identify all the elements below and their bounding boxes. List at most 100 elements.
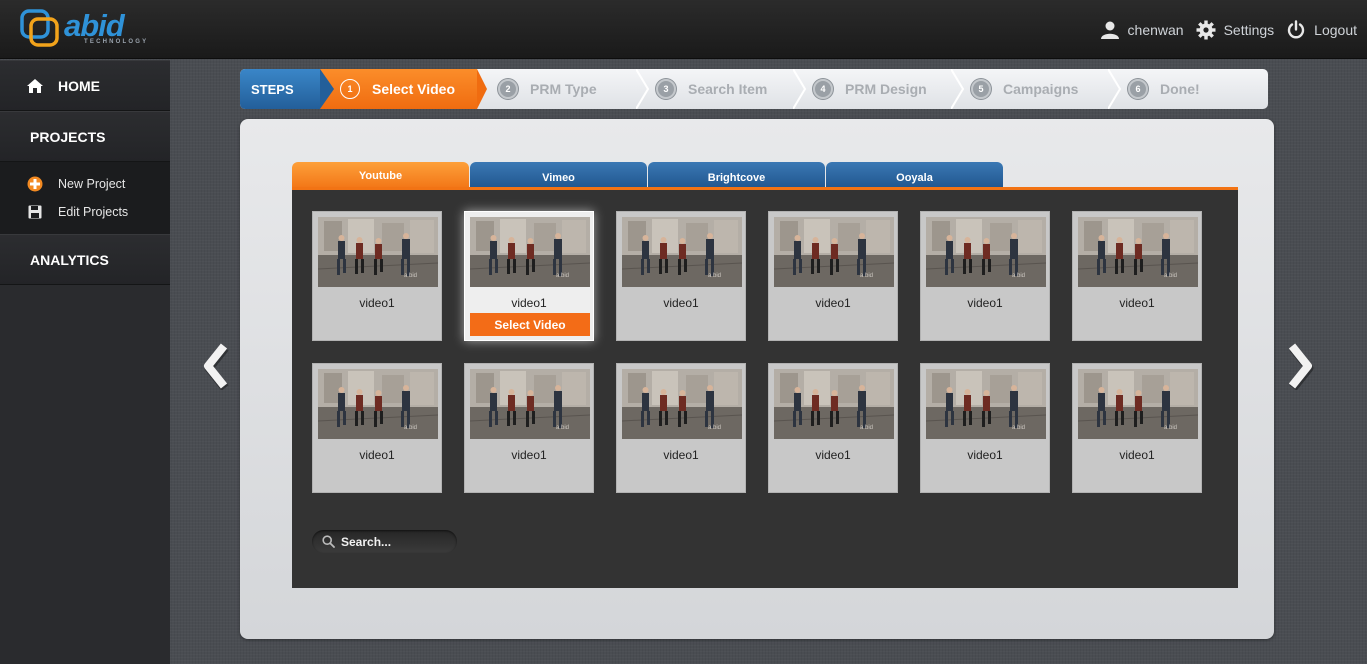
svg-text:a bid: a bid bbox=[708, 425, 721, 431]
sidebar-item-edit-projects[interactable]: Edit Projects bbox=[0, 198, 170, 226]
video-thumbnail[interactable]: a bid bbox=[622, 369, 742, 439]
tab-youtube[interactable]: Youtube bbox=[292, 162, 469, 190]
step-separator bbox=[320, 69, 334, 109]
user-area: chenwan Settings Logout bbox=[1088, 0, 1357, 59]
svg-text:a bid: a bid bbox=[404, 273, 417, 279]
previous-arrow-icon[interactable] bbox=[200, 342, 232, 390]
settings-label: Settings bbox=[1223, 21, 1275, 38]
logo[interactable]: abid TECHNOLOGY bbox=[20, 8, 150, 51]
top-bar: abid TECHNOLOGY chenwan Settings Logout bbox=[0, 0, 1367, 59]
sidebar-item-new-project[interactable]: New Project bbox=[0, 170, 170, 198]
home-icon bbox=[26, 78, 44, 94]
tab-brightcove[interactable]: Brightcove bbox=[648, 162, 825, 190]
video-title: video1 bbox=[511, 448, 547, 462]
video-title: video1 bbox=[967, 448, 1003, 462]
power-icon bbox=[1287, 19, 1305, 38]
step-prm-type[interactable]: 2 PRM Type bbox=[498, 69, 597, 109]
svg-text:a bid: a bid bbox=[1012, 425, 1025, 431]
steps-bar: STEPS 1 Select Video 2 PRM Type 3 Search… bbox=[240, 69, 1268, 109]
sidebar-item-analytics[interactable]: ANALYTICS bbox=[0, 234, 170, 285]
video-card[interactable]: a bid video1 bbox=[1072, 363, 1202, 493]
video-card[interactable]: a bid video1 bbox=[768, 363, 898, 493]
video-thumbnail[interactable]: a bid bbox=[470, 369, 590, 439]
sidebar-item-projects[interactable]: PROJECTS bbox=[0, 111, 170, 162]
gear-icon bbox=[1196, 20, 1216, 39]
plus-icon bbox=[26, 176, 44, 192]
video-thumbnail[interactable]: a bid bbox=[622, 217, 742, 287]
step-separator bbox=[1108, 69, 1122, 109]
svg-text:a bid: a bid bbox=[1164, 425, 1177, 431]
next-arrow-icon[interactable] bbox=[1284, 342, 1316, 390]
step-separator bbox=[793, 69, 807, 109]
video-card[interactable]: a bid video1 Select Video bbox=[464, 211, 594, 341]
video-title: video1 bbox=[1119, 296, 1155, 310]
logout-link[interactable]: Logout bbox=[1286, 19, 1357, 40]
video-card[interactable]: a bid video1 bbox=[920, 211, 1050, 341]
step-label: PRM Type bbox=[530, 81, 597, 97]
video-thumbnail[interactable]: a bid bbox=[774, 369, 894, 439]
step-separator bbox=[477, 69, 487, 109]
search-input[interactable] bbox=[341, 534, 451, 549]
video-thumbnail[interactable]: a bid bbox=[318, 217, 438, 287]
sidebar-projects-label: PROJECTS bbox=[30, 128, 106, 145]
step-number: 3 bbox=[656, 79, 676, 99]
video-thumbnail[interactable]: a bid bbox=[926, 217, 1046, 287]
logout-label: Logout bbox=[1314, 21, 1357, 38]
step-label: Select Video bbox=[372, 81, 456, 97]
svg-text:a bid: a bid bbox=[860, 273, 873, 279]
step-label: Campaigns bbox=[1003, 81, 1079, 97]
step-number: 2 bbox=[498, 79, 518, 99]
video-thumbnail[interactable]: a bid bbox=[1078, 217, 1198, 287]
video-title: video1 bbox=[815, 448, 851, 462]
sidebar: HOME PROJECTS New Project Edit Projects … bbox=[0, 60, 170, 664]
steps-title-text: STEPS bbox=[251, 81, 294, 97]
video-thumbnail[interactable]: a bid bbox=[1078, 369, 1198, 439]
step-label: Done! bbox=[1160, 81, 1200, 97]
tab-vimeo[interactable]: Vimeo bbox=[470, 162, 647, 190]
settings-link[interactable]: Settings bbox=[1196, 20, 1275, 40]
svg-text:a bid: a bid bbox=[1012, 273, 1025, 279]
step-number: 1 bbox=[340, 79, 360, 99]
step-prm-design[interactable]: 4 PRM Design bbox=[813, 69, 927, 109]
svg-text:a bid: a bid bbox=[556, 425, 569, 431]
step-select-video[interactable]: 1 Select Video bbox=[320, 69, 477, 109]
step-label: PRM Design bbox=[845, 81, 927, 97]
video-card[interactable]: a bid video1 bbox=[312, 363, 442, 493]
video-title: video1 bbox=[967, 296, 1003, 310]
save-icon bbox=[26, 204, 44, 220]
video-card[interactable]: a bid video1 bbox=[312, 211, 442, 341]
logo-mark-icon bbox=[20, 9, 59, 47]
sidebar-projects-submenu: New Project Edit Projects bbox=[0, 162, 170, 234]
username: chenwan bbox=[1127, 21, 1184, 38]
main-panel: Youtube Vimeo Brightcove Ooyala a bid vid… bbox=[240, 119, 1274, 639]
video-card[interactable]: a bid video1 bbox=[920, 363, 1050, 493]
video-title: video1 bbox=[359, 296, 395, 310]
step-done[interactable]: 6 Done! bbox=[1128, 69, 1200, 109]
video-card[interactable]: a bid video1 bbox=[1072, 211, 1202, 341]
svg-text:a bid: a bid bbox=[556, 273, 569, 279]
tab-ooyala[interactable]: Ooyala bbox=[826, 162, 1003, 190]
video-thumbnail[interactable]: a bid bbox=[470, 217, 590, 287]
video-thumbnail[interactable]: a bid bbox=[318, 369, 438, 439]
user-menu[interactable]: chenwan bbox=[1100, 20, 1184, 40]
video-card[interactable]: a bid video1 bbox=[768, 211, 898, 341]
video-title: video1 bbox=[359, 448, 395, 462]
video-title: video1 bbox=[663, 296, 699, 310]
video-card[interactable]: a bid video1 bbox=[616, 363, 746, 493]
sidebar-home-label: HOME bbox=[58, 77, 100, 94]
step-search-item[interactable]: 3 Search Item bbox=[656, 69, 767, 109]
brand-tagline: TECHNOLOGY bbox=[84, 39, 149, 45]
video-thumbnail[interactable]: a bid bbox=[926, 369, 1046, 439]
sidebar-item-home[interactable]: HOME bbox=[0, 60, 170, 111]
step-number: 4 bbox=[813, 79, 833, 99]
search-box[interactable] bbox=[312, 530, 457, 553]
video-title: video1 bbox=[1119, 448, 1155, 462]
video-thumbnail[interactable]: a bid bbox=[774, 217, 894, 287]
steps-title: STEPS bbox=[240, 69, 330, 109]
video-card[interactable]: a bid video1 bbox=[616, 211, 746, 341]
new-project-label: New Project bbox=[58, 177, 126, 191]
step-campaigns[interactable]: 5 Campaigns bbox=[971, 69, 1078, 109]
video-card[interactable]: a bid video1 bbox=[464, 363, 594, 493]
select-video-button[interactable]: Select Video bbox=[470, 313, 590, 336]
svg-text:a bid: a bid bbox=[860, 425, 873, 431]
